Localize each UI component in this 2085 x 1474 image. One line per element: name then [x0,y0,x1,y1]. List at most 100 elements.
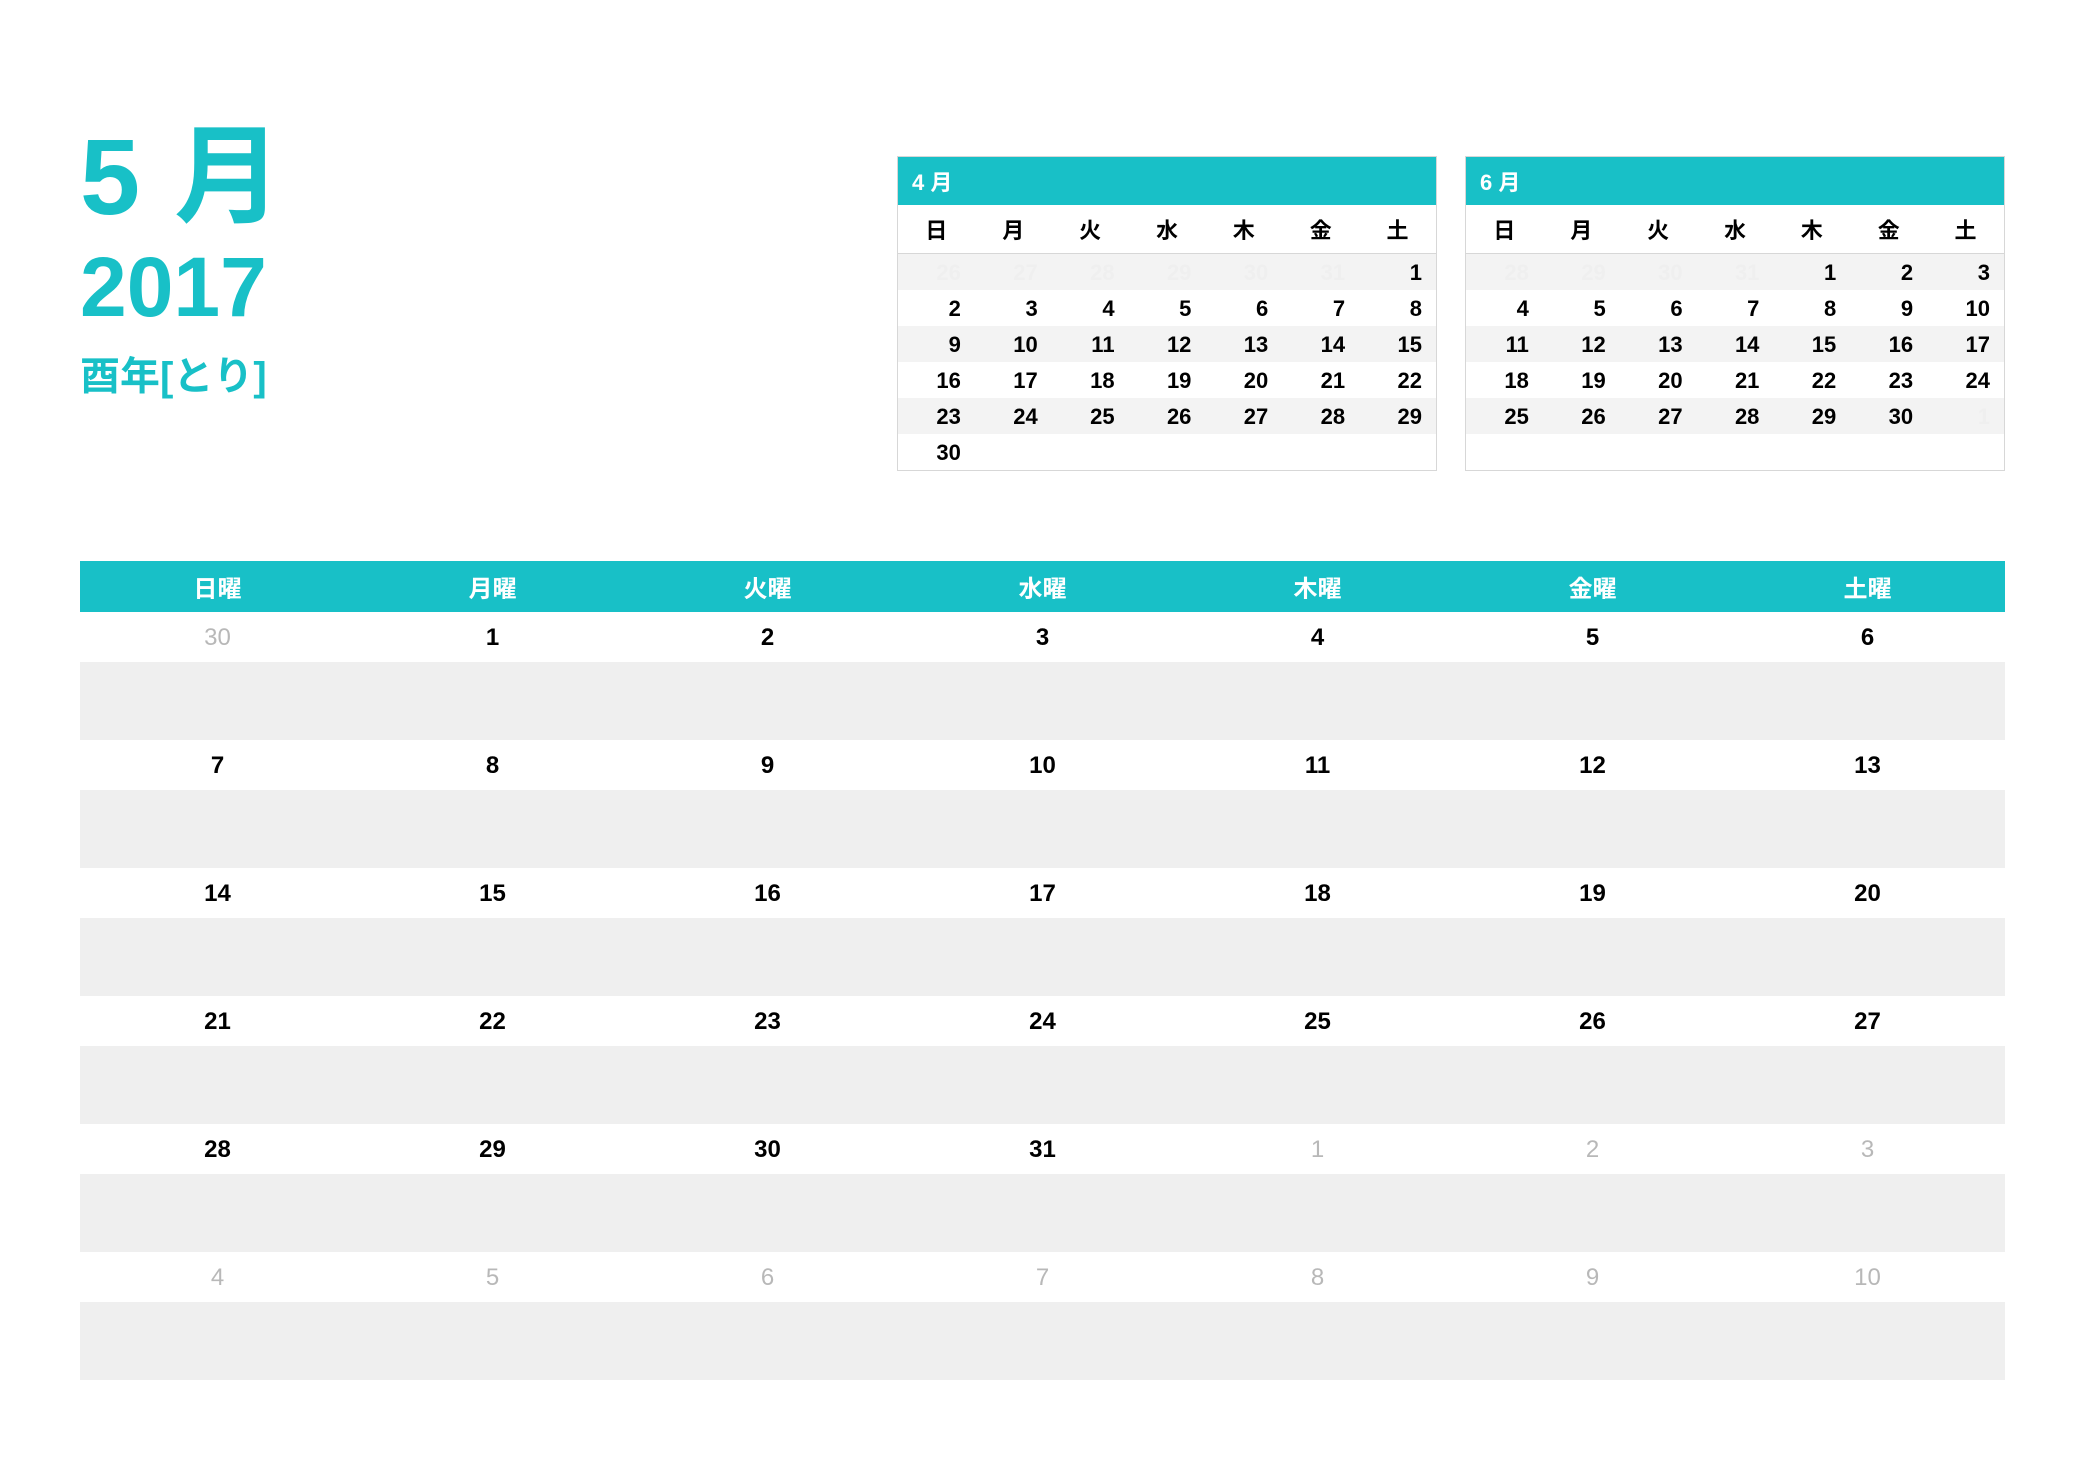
mini-day-cell: 3 [1927,254,2004,290]
mini-day-cell: 28 [1282,398,1359,434]
main-day-space [630,1174,905,1252]
main-day-space [905,1046,1180,1124]
mini-day-cell: 2 [1850,254,1927,290]
mini-day-cell: 25 [1052,398,1129,434]
main-dow-header: 月曜 [355,561,630,612]
mini-day-cell: 1 [1927,398,2004,434]
mini-day-cell: 5 [1129,290,1206,326]
title-month: 5 月 [80,120,284,233]
main-day-space [1455,1302,1730,1380]
mini-day-cell: 21 [1697,362,1774,398]
mini-day-cell: 7 [1697,290,1774,326]
mini-day-cell: 13 [1620,326,1697,362]
main-week-numbers: 28293031123 [80,1124,2005,1174]
mini-day-cell: 19 [1129,362,1206,398]
main-day-number: 27 [1730,996,2005,1046]
main-day-space [905,918,1180,996]
mini-prev-grid: 日月火水木金土262728293031123456789101112131415… [898,205,1436,470]
main-day-number: 6 [630,1252,905,1302]
mini-day-cell: 28 [1697,398,1774,434]
mini-day-cell [1773,434,1850,470]
mini-day-cell: 19 [1543,362,1620,398]
main-day-number: 12 [1455,740,1730,790]
main-calendar: 日曜月曜火曜水曜木曜金曜土曜 3012345678910111213141516… [80,561,2005,1380]
mini-day-cell [1927,434,2004,470]
mini-day-cell: 10 [975,326,1052,362]
mini-day-cell: 4 [1466,290,1543,326]
main-day-space [1730,1302,2005,1380]
mini-dow-header: 金 [1850,205,1927,254]
main-day-space [1180,662,1455,740]
mini-day-cell: 29 [1129,254,1206,290]
main-week-space [80,918,2005,996]
main-day-number: 14 [80,868,355,918]
mini-day-cell: 21 [1282,362,1359,398]
mini-dow-header: 火 [1052,205,1129,254]
mini-day-cell: 3 [975,290,1052,326]
mini-day-cell: 22 [1359,362,1436,398]
mini-day-cell [1850,434,1927,470]
mini-calendar-next: 6 月 日月火水木金土28293031123456789101112131415… [1465,156,2005,471]
mini-day-cell: 29 [1359,398,1436,434]
main-day-number: 7 [80,740,355,790]
mini-day-cell [1466,434,1543,470]
main-day-number: 21 [80,996,355,1046]
main-day-space [905,1302,1180,1380]
mini-day-cell: 10 [1927,290,2004,326]
mini-day-cell: 31 [1697,254,1774,290]
main-day-space [80,1302,355,1380]
main-day-number: 23 [630,996,905,1046]
mini-day-cell: 23 [1850,362,1927,398]
main-day-space [355,918,630,996]
main-week-numbers: 45678910 [80,1252,2005,1302]
main-day-space [355,1174,630,1252]
mini-day-cell: 15 [1773,326,1850,362]
main-day-number: 30 [80,612,355,662]
main-day-space [630,1046,905,1124]
mini-day-cell [1052,434,1129,470]
mini-day-cell: 29 [1773,398,1850,434]
mini-next-title: 6 月 [1466,157,2004,205]
mini-dow-header: 月 [975,205,1052,254]
main-day-number: 3 [905,612,1180,662]
main-week-space [80,1174,2005,1252]
main-day-space [1180,790,1455,868]
main-day-number: 4 [80,1252,355,1302]
mini-dow-header: 土 [1927,205,2004,254]
mini-day-cell: 1 [1359,254,1436,290]
main-day-space [1455,1174,1730,1252]
main-day-number: 8 [1180,1252,1455,1302]
mini-day-cell: 30 [898,434,975,470]
mini-day-cell: 31 [1282,254,1359,290]
mini-day-cell: 27 [975,254,1052,290]
mini-day-cell: 17 [1927,326,2004,362]
mini-day-cell: 29 [1543,254,1620,290]
mini-day-cell: 7 [1282,290,1359,326]
main-day-space [905,662,1180,740]
main-day-space [1180,1046,1455,1124]
main-day-number: 26 [1455,996,1730,1046]
main-day-number: 20 [1730,868,2005,918]
mini-next-grid: 日月火水木金土282930311234567891011121314151617… [1466,205,2004,470]
main-day-space [80,918,355,996]
mini-day-cell: 4 [1052,290,1129,326]
main-day-number: 5 [1455,612,1730,662]
mini-day-cell: 20 [1620,362,1697,398]
mini-day-cell [1129,434,1206,470]
mini-day-cell: 26 [1543,398,1620,434]
main-dow-header: 火曜 [630,561,905,612]
mini-day-cell: 6 [1205,290,1282,326]
main-day-space [905,790,1180,868]
mini-dow-header: 土 [1359,205,1436,254]
mini-dow-header: 月 [1543,205,1620,254]
mini-day-cell: 9 [898,326,975,362]
main-dow-header: 水曜 [905,561,1180,612]
mini-dow-header: 木 [1773,205,1850,254]
main-day-number: 31 [905,1124,1180,1174]
main-calendar-header: 日曜月曜火曜水曜木曜金曜土曜 [80,561,2005,612]
main-day-number: 25 [1180,996,1455,1046]
main-day-space [1730,790,2005,868]
title-block: 5 月 2017 酉年[とり] [80,120,284,402]
mini-day-cell: 11 [1466,326,1543,362]
main-day-space [1455,1046,1730,1124]
